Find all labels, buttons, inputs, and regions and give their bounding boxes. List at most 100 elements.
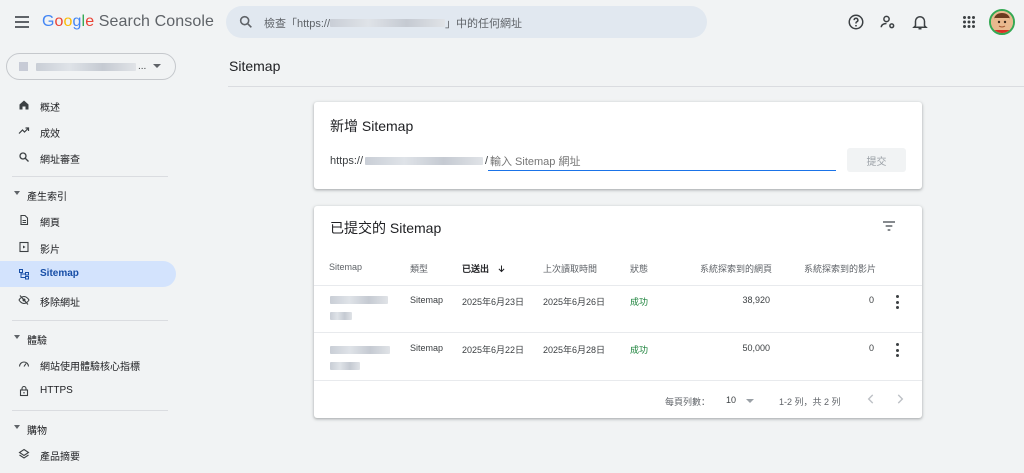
sidebar-item-label: HTTPS [40, 385, 73, 396]
manage-accounts-icon[interactable] [879, 13, 897, 31]
redacted-domain [365, 157, 484, 165]
chevron-down-icon [153, 64, 161, 68]
google-wordmark: Google [42, 13, 95, 30]
redacted-url-line [330, 296, 388, 304]
help-icon[interactable] [847, 13, 865, 31]
main-menu-button[interactable] [12, 12, 32, 32]
sidebar-item-core-web-vitals[interactable]: 網站使用體驗核心指標 [0, 351, 176, 377]
sidebar: ... 概述 成效 網址審查 產生索引 網頁 影片 Sitemap 移除網址 體… [0, 44, 185, 473]
sidebar-item-overview[interactable]: 概述 [0, 92, 176, 118]
pagination-range: 1-2 列，共 2 列 [779, 397, 841, 407]
sidebar-item-label: 影片 [40, 245, 60, 256]
product-name: Search Console [98, 13, 214, 30]
redacted-domain [330, 19, 446, 27]
row-2-status: 成功 [630, 345, 649, 355]
card-title: 新增 Sitemap [330, 118, 414, 134]
column-header-discovered-pages[interactable]: 系統探索到的網頁 [700, 262, 772, 275]
section-title: 體驗 [27, 336, 47, 347]
sidebar-divider [12, 320, 168, 321]
sidebar-item-https[interactable]: HTTPS [0, 378, 176, 404]
page-icon [20, 214, 29, 226]
account-avatar[interactable] [989, 9, 1015, 35]
table-row-1-sitemap-url[interactable] [330, 296, 388, 320]
row-1-last-read: 2025年6月26日 [543, 297, 606, 307]
row-1-submitted: 2025年6月23日 [462, 297, 525, 307]
sitemap-url-prefix: https:// / [330, 155, 488, 167]
add-sitemap-card: 新增 Sitemap https:// / 提交 [314, 102, 922, 189]
collapse-triangle-icon [14, 335, 20, 339]
sidebar-item-url-inspection[interactable]: 網址審查 [0, 144, 176, 170]
search-placeholder: 檢查「https:// 」中的任何網址 [264, 15, 522, 31]
row-2-more-actions-icon[interactable] [892, 343, 902, 357]
sidebar-item-label: 概述 [40, 103, 60, 114]
column-header-last-read[interactable]: 上次讀取時間 [543, 262, 597, 275]
column-header-submitted[interactable]: 已送出 [462, 262, 506, 275]
header-divider [228, 86, 1024, 87]
section-header-shopping[interactable]: 購物 [0, 418, 176, 438]
chevron-down-icon [746, 399, 754, 403]
ellipsis: ... [138, 61, 147, 72]
section-header-experience[interactable]: 體驗 [0, 328, 176, 348]
collapse-triangle-icon [14, 191, 20, 195]
sidebar-item-label: 成效 [40, 129, 60, 140]
column-header-discovered-videos[interactable]: 系統探索到的影片 [804, 262, 876, 275]
speed-icon [18, 361, 30, 367]
url-inspection-search[interactable]: 檢查「https:// 」中的任何網址 [226, 6, 707, 38]
top-app-bar: Google Search Console 檢查「https:// 」中的任何網… [0, 0, 1024, 44]
column-header-sitemap[interactable]: Sitemap [329, 262, 362, 272]
apps-grid-icon[interactable] [960, 13, 978, 31]
sidebar-item-removals[interactable]: 移除網址 [0, 287, 176, 313]
trending-icon [18, 127, 30, 134]
sidebar-item-videos[interactable]: 影片 [0, 234, 176, 260]
video-page-icon [19, 241, 29, 253]
table-divider [314, 332, 922, 333]
sidebar-item-sitemaps[interactable]: Sitemap [0, 261, 176, 287]
home-icon [19, 100, 29, 110]
previous-page-icon[interactable] [864, 392, 878, 406]
submitted-sitemaps-card: 已提交的 Sitemap Sitemap 類型 已送出 上次讀取時間 狀態 系統… [314, 206, 922, 418]
rows-per-page-label: 每頁列數： [665, 397, 711, 407]
row-1-type: Sitemap [410, 295, 444, 305]
column-header-label: 已送出 [462, 264, 490, 274]
row-1-status: 成功 [630, 297, 649, 307]
property-favicon [19, 62, 28, 71]
table-row-2-sitemap-url[interactable] [330, 346, 390, 370]
page-title: Sitemap [229, 58, 281, 74]
next-page-icon[interactable] [893, 392, 907, 406]
row-1-more-actions-icon[interactable] [892, 295, 902, 309]
removals-icon [18, 295, 30, 305]
search-placeholder-prefix: 檢查「https:// [264, 18, 331, 30]
product-logo[interactable]: Google Search Console [42, 13, 214, 31]
redacted-url-line [330, 362, 360, 370]
sidebar-item-performance[interactable]: 成效 [0, 118, 176, 144]
column-header-status[interactable]: 狀態 [630, 262, 648, 275]
sidebar-item-label: 網址審查 [40, 155, 80, 166]
sitemap-icon [19, 269, 29, 280]
redacted-url-line [330, 346, 390, 354]
notifications-icon[interactable] [911, 13, 929, 31]
section-header-indexing[interactable]: 產生索引 [0, 184, 176, 204]
row-1-discovered-pages: 38,920 [742, 295, 770, 305]
sidebar-item-pages[interactable]: 網頁 [0, 207, 176, 233]
row-2-discovered-pages: 50,000 [742, 343, 770, 353]
rows-per-page-select[interactable]: 10 [726, 392, 760, 408]
lock-icon [19, 385, 29, 397]
property-selector[interactable]: ... [6, 53, 176, 80]
redacted-url-line [330, 312, 352, 320]
sidebar-item-label: Sitemap [40, 268, 79, 279]
search-icon [239, 15, 252, 28]
layers-icon [18, 448, 30, 459]
row-2-last-read: 2025年6月28日 [543, 345, 606, 355]
submit-button[interactable]: 提交 [847, 148, 906, 172]
sidebar-item-label: 網站使用體驗核心指標 [40, 362, 140, 373]
sidebar-item-product-snippets[interactable]: 產品摘要 [0, 441, 176, 467]
sidebar-divider [12, 176, 168, 177]
redacted-property-name [36, 62, 136, 71]
sitemap-url-input[interactable] [488, 153, 836, 171]
filter-icon[interactable] [881, 218, 897, 234]
card-title: 已提交的 Sitemap [330, 220, 442, 236]
avatar-face-icon [991, 11, 1013, 33]
url-scheme: https:// [330, 155, 364, 167]
row-2-submitted: 2025年6月22日 [462, 345, 525, 355]
column-header-type[interactable]: 類型 [410, 262, 428, 275]
